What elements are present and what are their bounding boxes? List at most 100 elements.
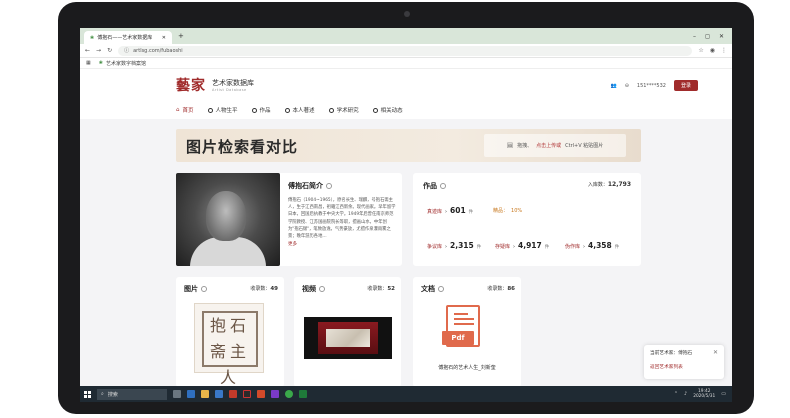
- help-icon[interactable]: [326, 183, 332, 189]
- pictures-card[interactable]: 图片 收录数：49 抱石斋主人: [176, 277, 284, 387]
- site-logo[interactable]: 藝家: [176, 75, 206, 95]
- upload-link[interactable]: 点击上传或: [536, 142, 561, 149]
- folder-icon[interactable]: [201, 390, 209, 398]
- document-name[interactable]: 傅抱石的艺术人生_刘新奎: [413, 364, 521, 371]
- close-window-button[interactable]: ✕: [719, 33, 724, 40]
- pdf-icon[interactable]: Pdf: [442, 305, 486, 353]
- menu-dots-icon[interactable]: ⋮: [721, 47, 727, 54]
- users-icon[interactable]: 👥: [610, 83, 616, 89]
- documents-count: 收录数：86: [487, 285, 515, 292]
- header-actions: 👥 ⊖ 151****532 登录: [610, 80, 698, 91]
- seal-mark: 抱石斋主人: [202, 311, 258, 387]
- login-button[interactable]: 登录: [673, 80, 698, 91]
- help-icon[interactable]: [319, 286, 325, 292]
- app-purple-icon[interactable]: [271, 390, 279, 398]
- stat-label: 争议库: [427, 244, 443, 250]
- pdf-line: [454, 318, 474, 320]
- store-icon[interactable]: [215, 390, 223, 398]
- documents-card[interactable]: 文档 收录数：86 Pdf 傅抱石的艺术人生_刘新奎: [413, 277, 521, 387]
- total-label: 入库数：: [587, 182, 608, 188]
- stat-doubtful[interactable]: 存疑库 › 4,917 件: [495, 241, 549, 250]
- seal-image[interactable]: 抱石斋主人: [194, 303, 264, 387]
- current-artist-label: 当前艺术家：: [650, 351, 679, 356]
- back-icon[interactable]: ←: [85, 47, 90, 54]
- back-to-artist-list-link[interactable]: 返回艺术家列表: [650, 364, 718, 370]
- help-icon[interactable]: [440, 183, 446, 189]
- nav-label: 首页: [182, 108, 194, 114]
- bookmark-favicon-icon: ❀: [98, 60, 103, 66]
- pdf-tag: Pdf: [442, 331, 474, 345]
- taskbar-search[interactable]: ⌕ 搜索: [97, 388, 167, 400]
- profile-icon[interactable]: ◉: [710, 47, 715, 54]
- portrait-face: [206, 191, 246, 241]
- nav-item-research[interactable]: 学术研究: [328, 106, 359, 114]
- documents-title-text: 文档: [421, 285, 435, 293]
- current-artist-name: 傅抱石: [678, 351, 693, 356]
- research-icon: [328, 107, 334, 113]
- bookmark-star-icon[interactable]: ☆: [698, 47, 703, 54]
- site-info-icon[interactable]: ⓘ: [124, 47, 129, 54]
- stat-value: 4,358: [588, 241, 612, 250]
- webcam: [404, 11, 410, 17]
- site-header: 藝家 艺术家数据库 Artist Database 👥 ⊖ 151****532…: [80, 69, 732, 101]
- laptop-frame: ❀ 傅抱石——艺术家数据库 ✕ + – ◻ ✕ ← → ↻ ⓘ artlsg.c…: [58, 2, 754, 414]
- nav-item-writings[interactable]: 本人著述: [284, 106, 315, 114]
- edge-icon[interactable]: [187, 390, 195, 398]
- maximize-button[interactable]: ◻: [705, 33, 710, 40]
- nav-item-news[interactable]: 相关动态: [372, 106, 403, 114]
- nav-label: 本人著述: [292, 108, 315, 114]
- task-view-icon[interactable]: [173, 390, 181, 398]
- notification-icon[interactable]: ▭: [721, 391, 726, 397]
- logo-subtitle: Artist Database: [212, 88, 247, 92]
- nav-item-works[interactable]: 作品: [251, 106, 271, 114]
- stat-disputed[interactable]: 争议库 › 2,315 件: [427, 241, 481, 250]
- help-icon[interactable]: [201, 286, 207, 292]
- new-tab-button[interactable]: +: [178, 32, 184, 40]
- videos-card[interactable]: 视频 收录数：52: [294, 277, 401, 387]
- count-label: 收录数：: [487, 286, 508, 292]
- powerpoint-icon[interactable]: [257, 390, 265, 398]
- windows-start-icon[interactable]: [84, 390, 91, 398]
- apps-grid-icon[interactable]: ▦: [86, 60, 91, 66]
- image-icon: 🖼: [506, 142, 514, 149]
- chrome-icon[interactable]: [285, 390, 293, 398]
- stat-authentic[interactable]: 真迹库 › 601 件: [427, 206, 473, 215]
- current-artist-popup: ✕ 当前艺术家：傅抱石 返回艺术家列表: [644, 345, 724, 379]
- chevron-right-icon: ›: [583, 244, 586, 250]
- chevron-right-icon: ›: [513, 244, 516, 250]
- nav-label: 学术研究: [336, 108, 359, 114]
- tab-favicon-icon: ❀: [90, 34, 95, 41]
- network-icon[interactable]: ⌃: [674, 391, 678, 397]
- stat-fake[interactable]: 伪作库 › 4,358 件: [565, 241, 619, 250]
- clock[interactable]: 19:42 2020/5/31: [693, 389, 715, 399]
- stat-unit: 件: [614, 245, 620, 250]
- stat-unit: 件: [476, 245, 482, 250]
- image-upload-dropzone[interactable]: 🖼 拖拽、 点击上传或 Ctrl+V 粘贴图片: [484, 134, 626, 157]
- message-icon[interactable]: ⊖: [625, 83, 629, 89]
- count-value: 86: [507, 286, 515, 292]
- browser-tab[interactable]: ❀ 傅抱石——艺术家数据库 ✕: [84, 31, 172, 44]
- reload-icon[interactable]: ↻: [107, 47, 112, 54]
- works-title-text: 作品: [423, 182, 437, 190]
- excel-icon[interactable]: [299, 390, 307, 398]
- bookmark-item[interactable]: ❀ 艺术家数字档案馆: [99, 60, 146, 67]
- system-tray: ⌃ ♪ 19:42 2020/5/31 ▭: [674, 389, 732, 399]
- user-phone[interactable]: 151****532: [637, 83, 666, 89]
- volume-icon[interactable]: ♪: [684, 391, 687, 397]
- nav-item-biography[interactable]: 人物生平: [207, 106, 238, 114]
- fine-value: 10%: [511, 208, 523, 214]
- windows-taskbar: ⌕ 搜索 ⌃ ♪ 19:42 2020/5/31 ▭: [80, 386, 732, 402]
- nav-label: 相关动态: [380, 108, 403, 114]
- bio-more-link[interactable]: 更多: [288, 241, 297, 247]
- chevron-right-icon: ›: [445, 209, 448, 215]
- app-icon[interactable]: [243, 390, 251, 398]
- minimize-button[interactable]: –: [693, 33, 696, 40]
- nav-item-home[interactable]: ⌂ 首页: [176, 106, 194, 114]
- help-icon[interactable]: [438, 286, 444, 292]
- acrobat-icon[interactable]: [229, 390, 237, 398]
- url-field[interactable]: ⓘ artlsg.com/fubaoshi: [118, 45, 693, 56]
- tab-close-icon[interactable]: ✕: [162, 35, 166, 41]
- video-thumbnail[interactable]: [304, 317, 392, 359]
- forward-icon[interactable]: →: [96, 47, 101, 54]
- close-icon[interactable]: ✕: [713, 349, 718, 356]
